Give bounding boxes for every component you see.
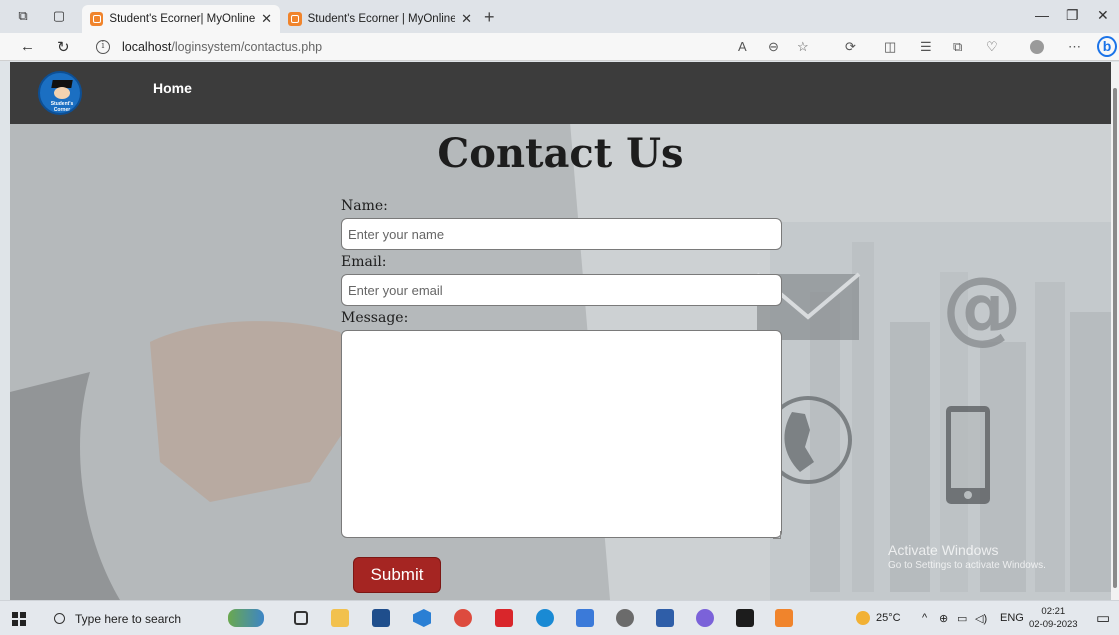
terminal-icon[interactable] — [736, 609, 754, 627]
back-icon[interactable]: ← — [20, 38, 35, 55]
temperature-text[interactable]: 25°C — [876, 612, 901, 624]
search-icon — [54, 613, 65, 624]
clock-time: 02:21 — [1041, 606, 1066, 617]
clock-date: 02-09-2023 — [1029, 619, 1078, 630]
task-view-icon[interactable] — [294, 611, 308, 625]
windows-start-icon[interactable] — [12, 612, 26, 626]
browser-tab-strip: ⧉ ▢ Student's Ecorner| MyOnline.com ✕ St… — [0, 0, 1119, 33]
close-window-icon[interactable]: ✕ — [1097, 7, 1109, 24]
vscode-icon[interactable] — [413, 609, 431, 627]
watermark-subtitle: Go to Settings to activate Windows. — [888, 560, 1046, 571]
battery-icon[interactable]: ▭ — [957, 612, 967, 625]
taskbar-clock[interactable]: 02:21 02-09-2023 — [1029, 605, 1078, 631]
language-indicator[interactable]: ENG — [1000, 612, 1024, 624]
widgets-icon[interactable] — [228, 609, 264, 627]
name-field[interactable] — [341, 218, 782, 250]
logo-face — [54, 87, 70, 99]
favorites-icon[interactable]: ☰ — [920, 39, 932, 55]
notifications-icon[interactable]: ▭ — [1096, 609, 1110, 627]
web-page: @ Student's Corner Home Contact Us Name:… — [10, 62, 1111, 600]
taskbar-search-text: Type here to search — [75, 611, 182, 626]
activate-windows-watermark: Activate Windows Go to Settings to activ… — [888, 542, 1046, 574]
close-tab-icon[interactable]: ✕ — [461, 11, 472, 27]
watermark-title: Activate Windows — [888, 542, 999, 558]
submit-button[interactable]: Submit — [353, 557, 441, 593]
network-icon[interactable]: ⊕ — [939, 612, 948, 625]
browser-toolbar: ← ↻ i localhost/loginsystem/contactus.ph… — [0, 33, 1119, 61]
site-header: Student's Corner Home — [10, 62, 1111, 124]
tab-second[interactable]: Student's Ecorner | MyOnlineMe ✕ — [280, 5, 480, 33]
favorite-star-icon[interactable]: ☆ — [797, 39, 809, 55]
name-label: Name: — [341, 198, 388, 214]
chrome-icon[interactable] — [454, 609, 472, 627]
edge-icon[interactable] — [536, 609, 554, 627]
nav-home-link[interactable]: Home — [153, 80, 192, 96]
site-info-icon[interactable]: i — [96, 39, 110, 54]
more-options-icon[interactable]: ⋯ — [1068, 39, 1081, 55]
tablet-icon — [946, 406, 990, 504]
taskbar-search[interactable]: Type here to search — [42, 605, 212, 632]
page-scrollbar[interactable] — [1111, 62, 1119, 600]
tab-actions-icon[interactable]: ▢ — [52, 9, 66, 23]
page-title: Contact Us — [437, 130, 684, 177]
workspaces-icon[interactable]: ⧉ — [16, 9, 30, 23]
logo-text: Student's Corner — [50, 101, 74, 113]
extension-icon[interactable]: ⟳ — [845, 39, 856, 55]
refresh-icon[interactable]: ↻ — [57, 38, 70, 56]
zoom-icon[interactable]: ⊖ — [768, 39, 779, 55]
address-bar[interactable]: i localhost/loginsystem/contactus.php — [96, 35, 816, 58]
message-label: Message: — [341, 310, 409, 326]
settings-gear-icon[interactable] — [616, 609, 634, 627]
volume-icon[interactable]: ◁) — [975, 612, 987, 625]
file-explorer-icon[interactable] — [331, 609, 349, 627]
scrollbar-thumb[interactable] — [1113, 88, 1117, 588]
new-tab-icon[interactable]: + — [484, 7, 495, 28]
close-tab-icon[interactable]: ✕ — [261, 11, 272, 27]
url-host: localhost — [122, 39, 172, 54]
weather-icon[interactable] — [856, 611, 870, 625]
email-label: Email: — [341, 254, 387, 270]
bing-copilot-icon[interactable]: b — [1097, 36, 1117, 57]
windows-taskbar: Type here to search 25°C ^ ⊕ ▭ ◁) ENG 02… — [0, 600, 1119, 635]
tab-contact[interactable]: Student's Ecorner| MyOnline.com ✕ — [82, 5, 280, 33]
collections-icon[interactable]: ⧉ — [953, 39, 962, 55]
tab-title: Student's Ecorner | MyOnlineMe — [307, 13, 456, 25]
resize-handle-icon[interactable] — [773, 531, 781, 539]
browser-essentials-icon[interactable]: ♡ — [986, 39, 998, 55]
xampp-icon[interactable] — [775, 609, 793, 627]
profile-avatar-icon[interactable] — [1030, 40, 1044, 54]
copilot-icon[interactable] — [696, 609, 714, 627]
site-logo[interactable]: Student's Corner — [38, 71, 82, 115]
minimize-icon[interactable]: — — [1035, 7, 1049, 23]
wps-office-icon[interactable] — [495, 609, 513, 627]
message-field[interactable] — [341, 330, 782, 538]
split-screen-icon[interactable]: ◫ — [884, 39, 896, 55]
site-favicon-icon — [90, 12, 104, 26]
restore-icon[interactable]: ❐ — [1066, 7, 1079, 24]
files-icon[interactable] — [576, 609, 594, 627]
email-field[interactable] — [341, 274, 782, 306]
dev-app-icon[interactable] — [656, 609, 674, 627]
tab-title: Student's Ecorner| MyOnline.com — [109, 13, 256, 25]
site-favicon-icon — [288, 12, 302, 26]
url-path: /loginsystem/contactus.php — [171, 39, 323, 54]
show-hidden-icons-icon[interactable]: ^ — [922, 612, 927, 624]
at-sign-icon: @ — [942, 260, 1022, 353]
read-aloud-icon[interactable]: A — [738, 39, 747, 54]
microsoft-store-icon[interactable] — [372, 609, 390, 627]
